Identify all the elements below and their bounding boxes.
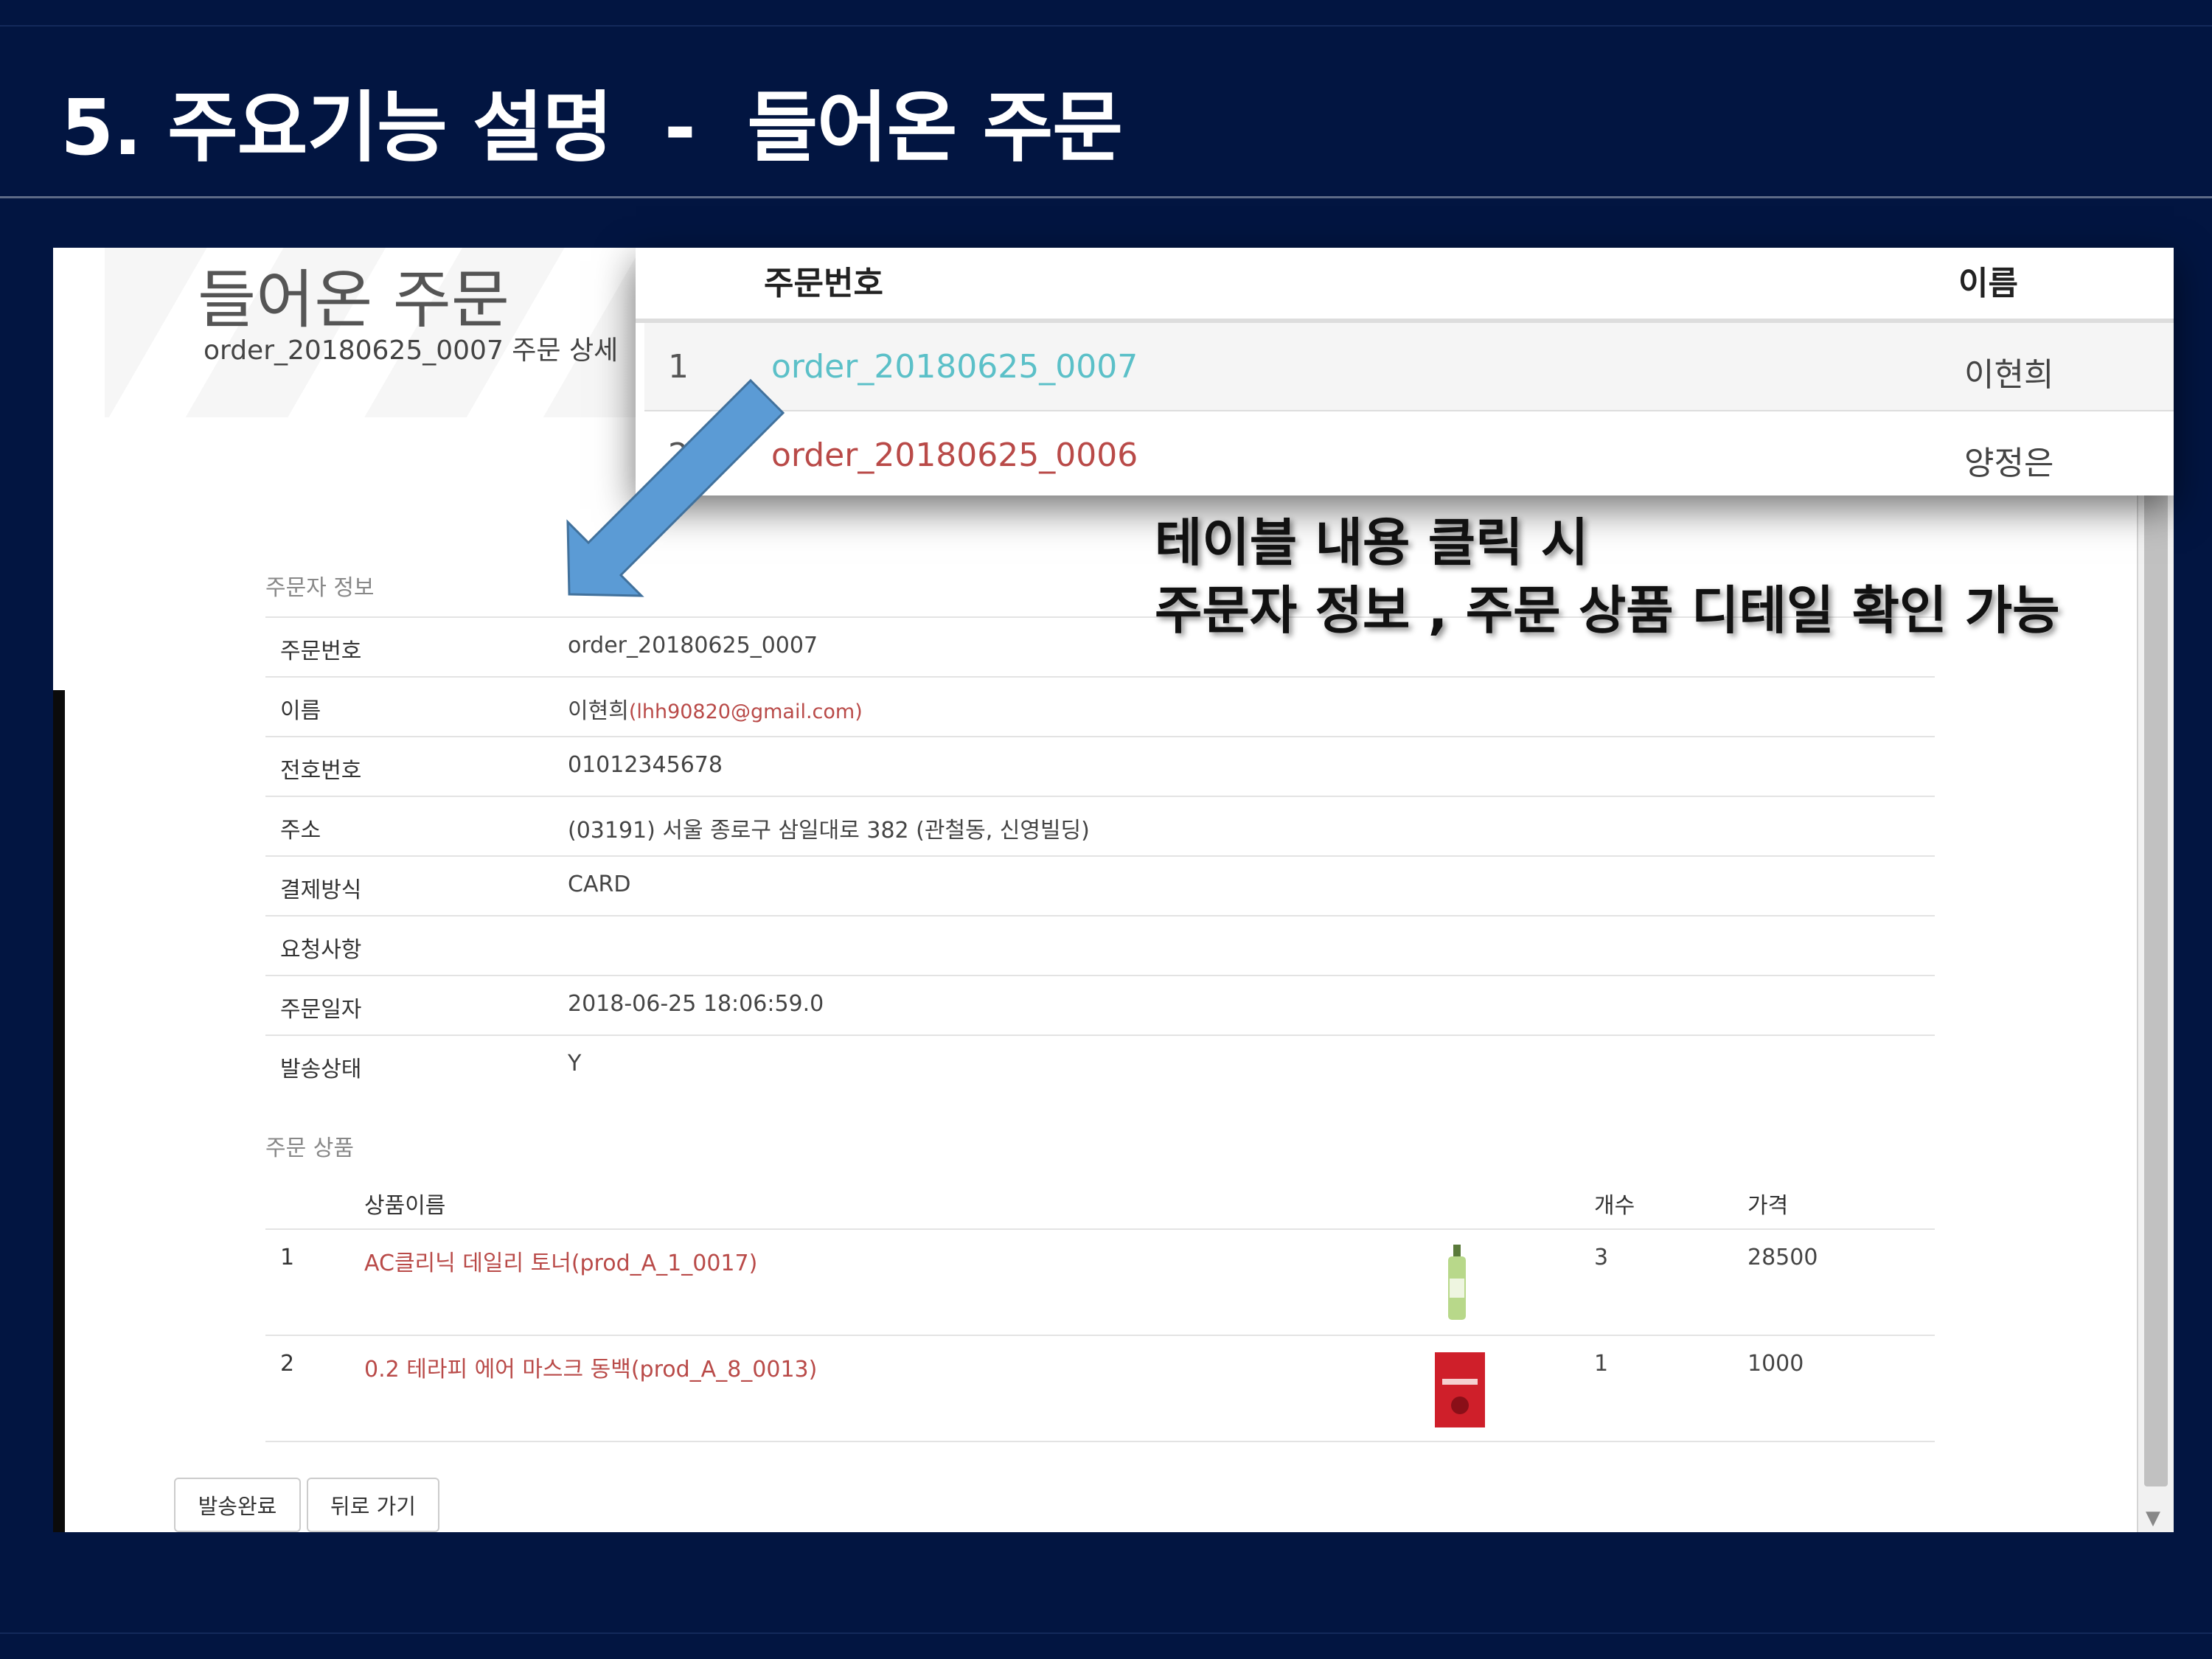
pointer-arrow-icon — [566, 378, 785, 597]
annotation-line-2: 주문자 정보 , 주문 상품 디테일 확인 가능 — [1155, 580, 2060, 641]
bottom-divider — [0, 1632, 2212, 1634]
annotation-line-1: 테이블 내용 클릭 시 — [1155, 512, 1589, 573]
annotation-text: 테이블 내용 클릭 시 주문자 정보 , 주문 상품 디테일 확인 가능 — [1155, 509, 2060, 644]
